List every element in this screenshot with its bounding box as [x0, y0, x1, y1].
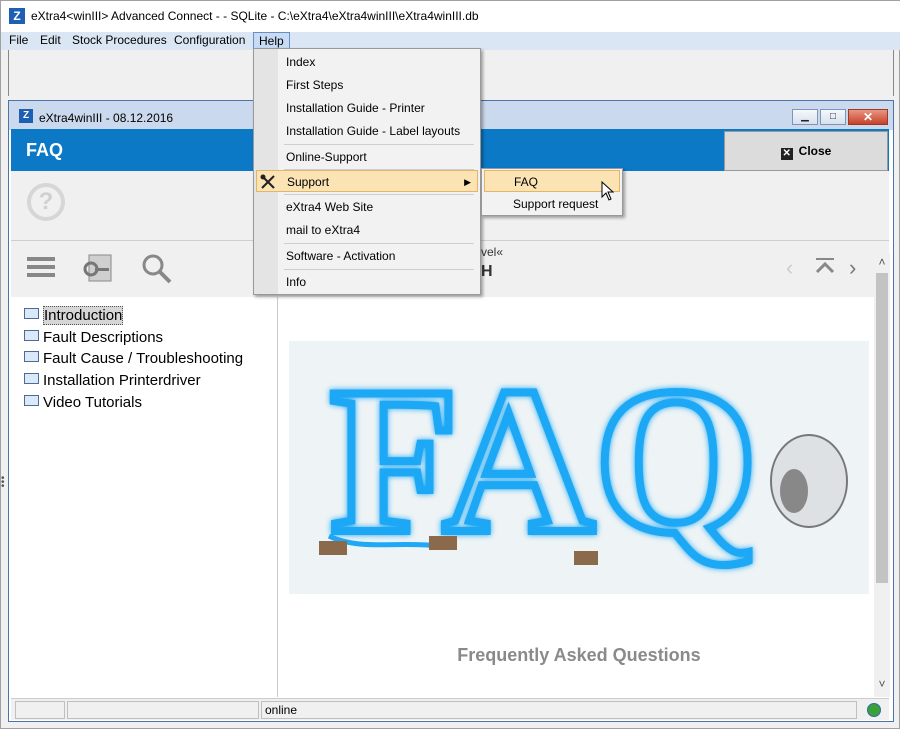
tree-item-label: Fault Descriptions	[43, 329, 164, 346]
status-cell-1	[15, 701, 65, 719]
menu-item-first-steps[interactable]: First Steps	[256, 74, 478, 96]
menu-separator	[284, 194, 474, 195]
child-close-button[interactable]: ✕	[848, 109, 888, 125]
menu-item-mail[interactable]: mail to eXtra4	[256, 219, 478, 241]
submenu-arrow-icon: ▶	[464, 177, 471, 187]
topic-tree: Introduction Fault Descriptions Fault Ca…	[16, 297, 278, 697]
tree-item-label: Introduction	[43, 306, 124, 325]
tools-icon	[260, 174, 275, 189]
menu-file[interactable]: File	[4, 32, 33, 50]
minimize-button[interactable]: ▁	[792, 109, 818, 125]
submenu-item-faq[interactable]: FAQ	[484, 170, 620, 192]
close-icon: ✕	[780, 148, 793, 160]
tree-item-introduction[interactable]: Introduction	[24, 306, 124, 326]
menu-item-web-site[interactable]: eXtra4 Web Site	[256, 196, 478, 218]
go-top-icon[interactable]	[813, 255, 837, 279]
menu-lines-icon[interactable]	[25, 251, 59, 285]
scroll-thumb[interactable]	[876, 273, 888, 583]
close-button[interactable]: ✕ Close	[724, 131, 888, 171]
status-connection: online	[261, 701, 857, 719]
menu-item-installation-guide-printer[interactable]: Installation Guide - Printer	[256, 97, 478, 119]
key-document-icon[interactable]	[81, 251, 115, 285]
book-closed-icon	[24, 351, 39, 362]
tree-item-fault-descriptions[interactable]: Fault Descriptions	[24, 328, 163, 348]
menu-separator	[284, 269, 474, 270]
menu-item-support-label: Support	[287, 175, 330, 189]
child-app-icon: Z	[19, 109, 33, 123]
splitter-grip-icon[interactable]: • • •	[1, 474, 7, 492]
tree-item-installation-printerdriver[interactable]: Installation Printerdriver	[24, 371, 201, 391]
title-bar: Z eXtra4<winIII> Advanced Connect - - SQ…	[1, 1, 900, 32]
tree-item-label: Installation Printerdriver	[43, 372, 201, 389]
book-closed-icon	[24, 330, 39, 341]
content-subtitle: Frequently Asked Questions	[457, 645, 701, 665]
topic-title: H	[481, 263, 493, 280]
mouse-cursor-icon	[601, 181, 615, 201]
menu-item-index[interactable]: Index	[256, 51, 478, 73]
window-title: eXtra4<winIII> Advanced Connect - - SQLi…	[31, 9, 479, 23]
tree-item-label: Fault Cause / Troubleshooting	[43, 350, 244, 367]
menu-configuration[interactable]: Configuration	[169, 32, 250, 50]
menu-item-online-support[interactable]: Online-Support	[256, 146, 478, 168]
scroll-down-icon[interactable]: ˅	[876, 677, 888, 691]
menu-separator	[284, 243, 474, 244]
app-logo-icon: Z	[9, 8, 25, 24]
tree-item-video-tutorials[interactable]: Video Tutorials	[24, 393, 142, 413]
menu-item-support[interactable]: Support ▶	[256, 170, 478, 192]
search-icon[interactable]	[139, 251, 173, 285]
book-open-icon	[24, 395, 39, 406]
status-cell-2	[67, 701, 259, 719]
menu-stock-procedures[interactable]: Stock Procedures	[67, 32, 172, 50]
child-window-title: eXtra4winIII - 08.12.2016	[39, 111, 174, 125]
prev-topic-icon[interactable]: ‹	[786, 255, 793, 281]
maximize-button[interactable]: □	[820, 109, 846, 125]
next-topic-icon[interactable]: ›	[849, 255, 856, 281]
main-window: Z eXtra4<winIII> Advanced Connect - - SQ…	[0, 0, 900, 729]
status-bar: online	[11, 698, 889, 720]
content-pane: FAQ Frequently Asked Questions	[279, 297, 874, 697]
globe-icon	[867, 703, 881, 717]
close-button-label: Close	[798, 144, 832, 158]
page-title: FAQ	[26, 140, 64, 160]
book-closed-icon	[24, 373, 39, 384]
menu-item-info[interactable]: Info	[256, 271, 478, 293]
vertical-scrollbar[interactable]: ˄ ˅	[874, 253, 890, 697]
menu-edit[interactable]: Edit	[35, 32, 66, 50]
menu-item-installation-guide-label-layouts[interactable]: Installation Guide - Label layouts	[256, 120, 478, 142]
help-dropdown-menu: Index First Steps Installation Guide - P…	[253, 48, 481, 295]
faq-illustration: FAQ	[289, 341, 869, 594]
menu-item-software-activation[interactable]: Software - Activation	[256, 245, 478, 267]
question-mark-icon: ?	[27, 183, 65, 221]
book-open-icon	[24, 308, 39, 319]
tree-item-label: Video Tutorials	[43, 394, 142, 411]
scroll-up-icon[interactable]: ˄	[876, 255, 888, 269]
menu-separator	[284, 144, 474, 145]
topic-label: vel«	[481, 245, 504, 259]
submenu-item-support-request[interactable]: Support request	[484, 193, 620, 215]
tree-item-fault-cause[interactable]: Fault Cause / Troubleshooting	[24, 349, 243, 369]
